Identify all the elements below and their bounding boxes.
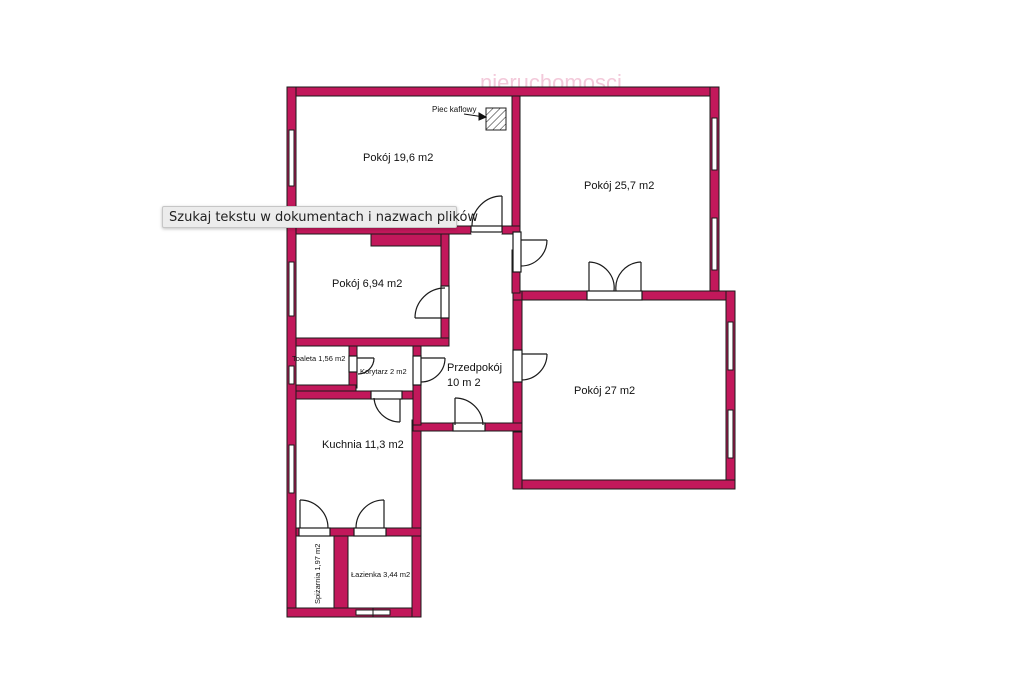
door-swing [512,349,548,383]
wall [484,422,523,432]
wall [412,384,422,426]
wall [295,337,450,347]
wall [512,299,523,351]
door-double [586,261,643,301]
window [711,217,718,271]
stove [485,107,507,131]
wall [412,345,422,357]
window [288,261,295,317]
wall [725,290,736,490]
room-label-korytarz: Korytarz 2 m2 [360,367,407,376]
room-label-pokoj-6-94: Pokój 6,94 m2 [332,278,402,290]
wall [295,390,372,400]
wall [512,479,736,490]
room-label-pokoj-27: Pokój 27 m2 [574,385,635,397]
wall [440,233,450,287]
window [288,365,295,385]
room-label-przedpokoj: Przedpokój [447,362,502,374]
wall [370,233,442,247]
room-label-pokoj-19-6: Pokój 19,6 m2 [363,152,433,164]
window [727,409,734,459]
door-swing [452,397,486,432]
room-label-kuchnia: Kuchnia 11,3 m2 [322,439,404,451]
window [288,444,295,494]
wall [411,419,422,618]
door-swing [353,499,387,537]
wall [333,535,349,609]
search-tooltip: Szukaj tekstu w dokumentach i nazwach pl… [162,206,478,228]
wall [329,527,355,537]
door-swing [512,231,548,273]
room-label-spizarnia: Spiżarnia 1,97 m2 [313,544,322,604]
walls [286,86,736,618]
window [711,117,718,171]
wall [286,86,720,97]
door-swing [414,285,450,319]
wall [286,607,422,618]
door-swing [412,355,446,386]
room-label-lazienka: Łazienka 3,44 m2 [351,570,410,579]
window [727,321,734,371]
wall [511,95,521,233]
wall [385,527,422,537]
stove-label: Piec kaflowy [432,105,476,114]
floor-plan: nieruchomosci Piec kaflowy Pokój 19,6 m2… [286,70,736,618]
window [288,129,295,187]
room-label-przedpokoj-area: 10 m 2 [447,377,481,389]
arrow-icon [463,112,488,121]
door-swing [298,499,331,537]
door-swing [370,390,403,423]
room-label-toaleta: Toaleta 1,56 m2 [292,354,345,363]
room-label-pokoj-25-7: Pokój 25,7 m2 [584,180,654,192]
